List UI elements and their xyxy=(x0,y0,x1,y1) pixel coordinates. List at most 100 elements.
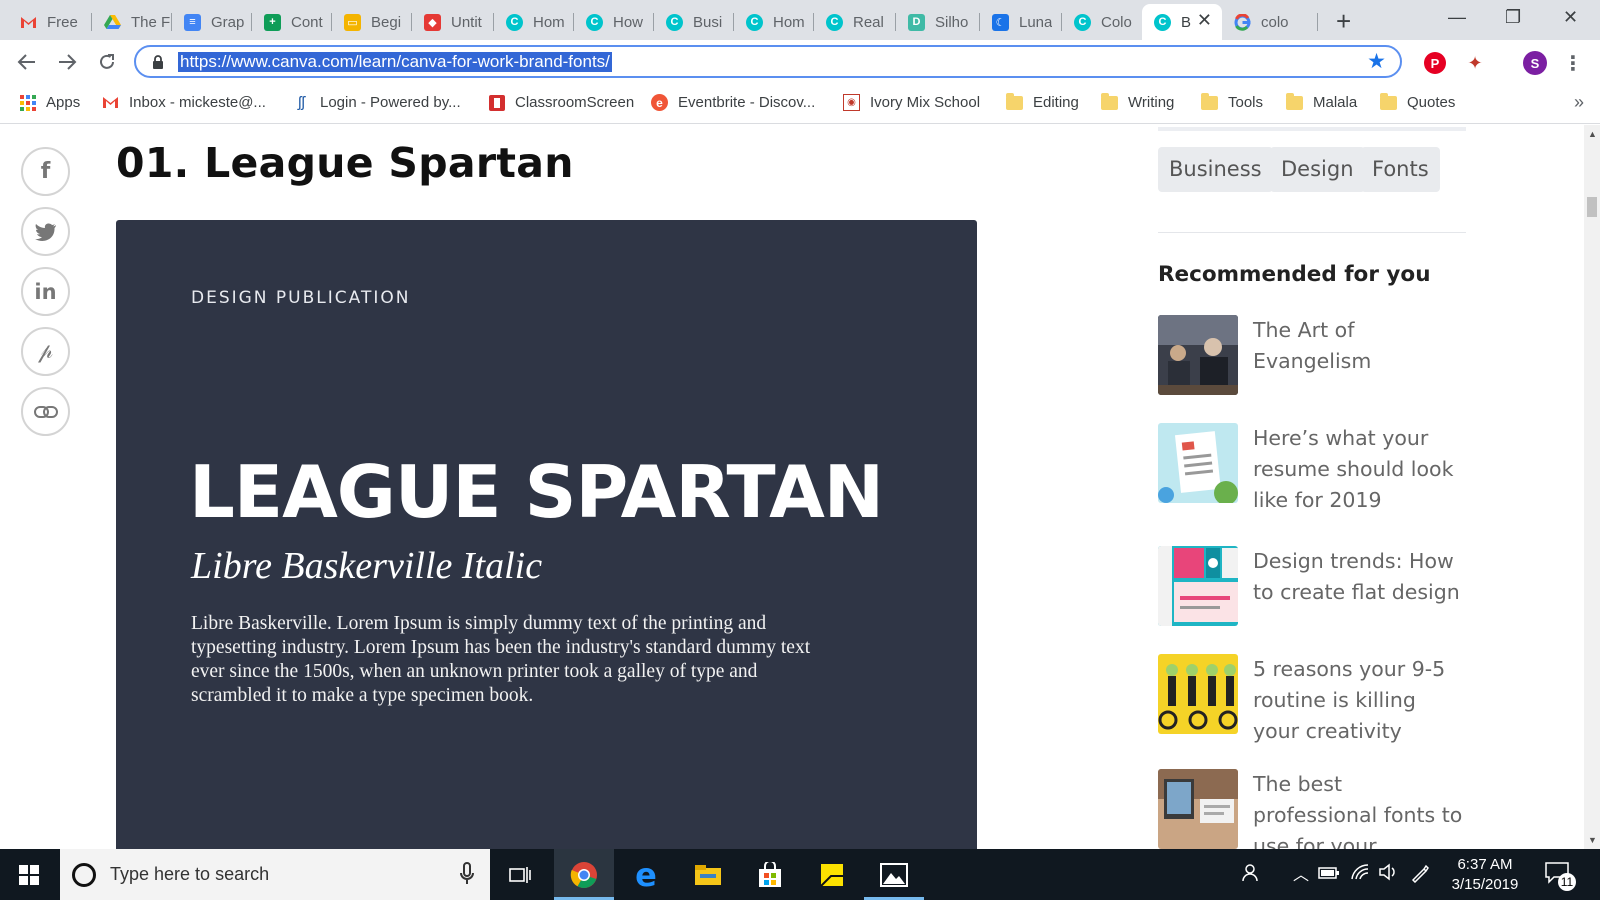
recommended-thumbnail xyxy=(1158,315,1238,395)
battery-icon[interactable] xyxy=(1318,863,1340,886)
web-page: f in 𝓅 01. League Spartan DESIGN PUBLICA… xyxy=(0,125,1584,849)
minimize-button[interactable]: — xyxy=(1448,4,1466,30)
taskbar-store[interactable] xyxy=(740,849,800,900)
eventbrite-icon: e xyxy=(651,94,668,111)
profile-avatar[interactable]: S xyxy=(1523,51,1547,75)
tab-google-slides[interactable]: ▭ Begi xyxy=(332,4,412,40)
taskbar-search-box[interactable]: Type here to search xyxy=(60,849,490,900)
extension-icon[interactable]: ✦ xyxy=(1464,52,1486,74)
taskbar-sticky-notes[interactable] xyxy=(802,849,862,900)
tab-canva-home[interactable]: C Hom xyxy=(494,4,574,40)
bookmark-login[interactable]: ʃʃ Login - Powered by... xyxy=(293,94,460,111)
recommended-item[interactable]: The best professional fonts to use for y… xyxy=(1158,769,1468,849)
bookmark-classroomscreen[interactable]: ClassroomScreen xyxy=(488,94,634,111)
tab-canva-how[interactable]: C How xyxy=(574,4,654,40)
recommended-title[interactable]: Here’s what your resume should look like… xyxy=(1253,423,1468,516)
tab-silhouette[interactable]: D Silho xyxy=(896,4,980,40)
bookmark-star-icon[interactable]: ★ xyxy=(1367,50,1386,74)
folder-icon xyxy=(1101,92,1118,110)
google-sheets-icon: + xyxy=(264,13,281,31)
recommended-title[interactable]: 5 reasons your 9-5 routine is killing yo… xyxy=(1253,654,1468,747)
scroll-up-arrow-icon[interactable]: ▲ xyxy=(1588,129,1597,139)
taskbar-file-explorer[interactable] xyxy=(678,849,738,900)
recommended-item[interactable]: 5 reasons your 9-5 routine is killing yo… xyxy=(1158,654,1468,743)
recommended-item[interactable]: Here’s what your resume should look like… xyxy=(1158,423,1468,512)
bookmark-folder-quotes[interactable]: Quotes xyxy=(1380,92,1455,111)
notification-count-badge: 11 xyxy=(1558,873,1576,891)
pinterest-extension-icon[interactable]: P xyxy=(1424,52,1446,74)
address-bar[interactable]: https://www.canva.com/learn/canva-for-wo… xyxy=(134,45,1402,78)
forward-button[interactable] xyxy=(53,48,81,76)
page-scrollbar[interactable]: ▲ ▼ xyxy=(1584,125,1600,849)
taskbar-chrome[interactable] xyxy=(554,849,614,900)
google-drive-icon xyxy=(104,14,121,31)
taskbar-clock[interactable]: 6:37 AM 3/15/2019 xyxy=(1440,855,1530,895)
share-facebook-button[interactable]: f xyxy=(21,147,70,196)
recommended-title[interactable]: The best professional fonts to use for y… xyxy=(1253,769,1468,849)
bookmark-folder-writing[interactable]: Writing xyxy=(1101,92,1174,111)
task-view-button[interactable] xyxy=(490,849,550,900)
specimen-subtitle: Libre Baskerville Italic xyxy=(191,545,543,587)
start-button[interactable] xyxy=(0,849,58,900)
bookmark-ivory-mix[interactable]: ◉ Ivory Mix School xyxy=(843,94,980,111)
restore-button[interactable]: ❐ xyxy=(1505,4,1521,30)
tab-google-sheets[interactable]: + Cont xyxy=(252,4,332,40)
tab-google-docs[interactable]: ≡ Grap xyxy=(172,4,252,40)
tag-design[interactable]: Design xyxy=(1270,147,1365,192)
sidebar-divider-top xyxy=(1158,125,1466,131)
action-center-button[interactable]: 11 xyxy=(1545,860,1579,891)
taskbar-photos[interactable] xyxy=(864,849,924,900)
bookmark-inbox[interactable]: Inbox - mickeste@... xyxy=(102,94,266,111)
taskbar-edge[interactable]: e xyxy=(616,849,676,900)
tag-business[interactable]: Business xyxy=(1158,147,1273,192)
recommended-thumbnail xyxy=(1158,654,1238,734)
reload-button[interactable] xyxy=(93,48,121,76)
bookmark-apps[interactable]: Apps xyxy=(19,94,80,111)
share-linkedin-button[interactable]: in xyxy=(21,267,70,316)
recommended-title[interactable]: Design trends: How to create flat design xyxy=(1253,546,1468,608)
tab-canva-color[interactable]: C Colo xyxy=(1062,4,1142,40)
gmail-icon xyxy=(102,94,119,111)
new-tab-button[interactable]: + xyxy=(1336,6,1351,36)
recommended-item[interactable]: The Art of Evangelism xyxy=(1158,315,1468,395)
bookmark-folder-tools[interactable]: Tools xyxy=(1201,92,1263,111)
tab-untitled[interactable]: ◆ Untit xyxy=(412,4,494,40)
tab-luna[interactable]: ☾ Luna xyxy=(980,4,1062,40)
more-menu-icon[interactable]: ⋮ xyxy=(1562,52,1584,75)
tab-canva-home-2[interactable]: C Hom xyxy=(734,4,814,40)
tab-canva-real[interactable]: C Real xyxy=(814,4,896,40)
tab-canva-brand-fonts[interactable]: C B ✕ xyxy=(1142,4,1222,40)
pen-workspace-icon[interactable] xyxy=(1410,863,1430,888)
close-window-button[interactable]: ✕ xyxy=(1563,4,1578,30)
tab-gmail[interactable]: Free xyxy=(8,4,92,40)
people-icon[interactable] xyxy=(1242,863,1262,888)
recommended-title[interactable]: The Art of Evangelism xyxy=(1253,315,1468,377)
back-button[interactable] xyxy=(13,48,41,76)
bookmark-eventbrite[interactable]: e Eventbrite - Discov... xyxy=(651,94,815,111)
microphone-icon[interactable] xyxy=(460,862,474,891)
url-text[interactable]: https://www.canva.com/learn/canva-for-wo… xyxy=(178,52,612,72)
bookmark-folder-editing[interactable]: Editing xyxy=(1006,92,1079,111)
canva-icon: C xyxy=(666,13,683,31)
twitter-icon xyxy=(34,223,56,241)
tab-google-search[interactable]: colo xyxy=(1222,4,1318,40)
share-pinterest-button[interactable]: 𝓅 xyxy=(21,327,70,376)
volume-icon[interactable] xyxy=(1378,863,1398,886)
share-twitter-button[interactable] xyxy=(21,207,70,256)
close-tab-icon[interactable]: ✕ xyxy=(1197,10,1212,31)
recommended-item[interactable]: Design trends: How to create flat design xyxy=(1158,546,1468,626)
tab-google-drive[interactable]: The F xyxy=(92,4,172,40)
canva-icon: C xyxy=(506,13,523,31)
scroll-down-arrow-icon[interactable]: ▼ xyxy=(1588,835,1597,845)
tag-fonts[interactable]: Fonts xyxy=(1361,147,1440,192)
bookmark-folder-malala[interactable]: Malala xyxy=(1286,92,1357,111)
scrollbar-thumb[interactable] xyxy=(1587,197,1597,217)
windows-taskbar: Type here to search e ︿ 6:37 AM 3/15/201… xyxy=(0,849,1600,900)
tab-canva-business[interactable]: C Busi xyxy=(654,4,734,40)
show-hidden-icons-icon[interactable]: ︿ xyxy=(1293,861,1309,885)
folder-icon xyxy=(1380,92,1397,110)
share-link-button[interactable] xyxy=(21,387,70,436)
bookmarks-overflow-icon[interactable]: » xyxy=(1574,92,1584,113)
wifi-icon[interactable] xyxy=(1350,863,1370,886)
google-icon xyxy=(1234,13,1251,31)
